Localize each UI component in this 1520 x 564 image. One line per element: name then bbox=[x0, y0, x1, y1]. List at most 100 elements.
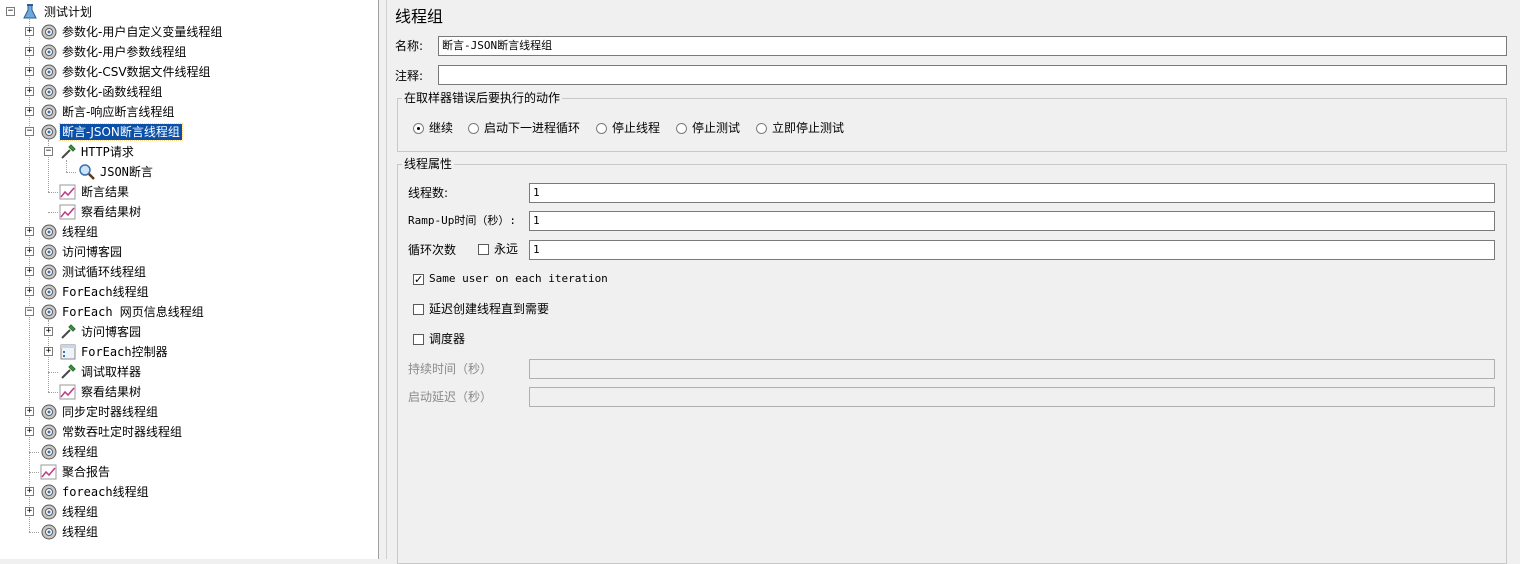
expand-toggle-icon[interactable]: + bbox=[25, 247, 34, 256]
gear-icon bbox=[41, 244, 57, 260]
split-pane-divider[interactable] bbox=[379, 0, 387, 559]
tree-item-label: 访问博客园 bbox=[62, 245, 123, 259]
radio-stop-test-now[interactable] bbox=[756, 123, 767, 134]
tree-item-thread-group[interactable]: 线程组 bbox=[0, 442, 378, 462]
rampup-field[interactable]: 1 bbox=[529, 211, 1495, 231]
gear-icon bbox=[41, 104, 57, 120]
expand-toggle-icon[interactable]: + bbox=[25, 27, 34, 36]
loop-count-field[interactable]: 1 bbox=[529, 240, 1495, 260]
collapse-toggle-icon[interactable]: − bbox=[6, 7, 15, 16]
radio-continue[interactable] bbox=[413, 123, 424, 134]
forever-checkbox[interactable] bbox=[478, 244, 489, 255]
expand-toggle-icon[interactable]: + bbox=[25, 427, 34, 436]
gear-icon bbox=[41, 264, 57, 280]
tree-item-thread-group[interactable]: + 参数化-函数线程组 bbox=[0, 82, 378, 102]
forever-label: 永远 bbox=[494, 242, 519, 256]
tree-item-aggregate-report[interactable]: 聚合报告 bbox=[0, 462, 378, 482]
tree-item-view-results-tree[interactable]: 察看结果树 bbox=[0, 202, 378, 222]
radio-start-next-loop[interactable] bbox=[468, 123, 479, 134]
tree-item-json-assertion[interactable]: JSON断言 bbox=[0, 162, 378, 182]
delay-thread-creation-checkbox[interactable] bbox=[413, 304, 424, 315]
graph-icon bbox=[59, 204, 76, 220]
tree-item-label: 线程组 bbox=[62, 445, 99, 459]
comment-field[interactable] bbox=[438, 65, 1507, 85]
delay-thread-creation-label: 延迟创建线程直到需要 bbox=[429, 302, 550, 316]
tree-item-test-plan[interactable]: − 测试计划 bbox=[0, 2, 378, 22]
gear-icon bbox=[41, 44, 57, 60]
tree-item-label: 常数吞吐定时器线程组 bbox=[62, 425, 183, 439]
tree-item-label: 线程组 bbox=[62, 225, 99, 239]
tree-connector bbox=[48, 192, 58, 193]
tree-item-label: ForEach 网页信息线程组 bbox=[62, 305, 204, 319]
graph-icon bbox=[59, 184, 76, 200]
gear-icon bbox=[41, 504, 57, 520]
group-title: 在取样器错误后要执行的动作 bbox=[402, 91, 563, 105]
tree-item-debug-sampler[interactable]: 调试取样器 bbox=[0, 362, 378, 382]
tree-item-http-sampler[interactable]: + 访问博客园 bbox=[0, 322, 378, 342]
tree-item-label: 参数化-CSV数据文件线程组 bbox=[62, 65, 211, 79]
radio-stop-test[interactable] bbox=[676, 123, 687, 134]
tree-item-label: 断言结果 bbox=[81, 185, 130, 199]
expand-toggle-icon[interactable]: + bbox=[25, 87, 34, 96]
scheduler-checkbox[interactable] bbox=[413, 334, 424, 345]
radio-label: 停止线程 bbox=[612, 121, 661, 135]
tree-item-label: HTTP请求 bbox=[81, 145, 134, 159]
pipette-icon bbox=[61, 144, 76, 159]
tree-item-thread-group[interactable]: + 线程组 bbox=[0, 502, 378, 522]
tree-item-foreach-controller[interactable]: + ForEach控制器 bbox=[0, 342, 378, 362]
tree-item-thread-group[interactable]: + 线程组 bbox=[0, 222, 378, 242]
tree-item-label: 线程组 bbox=[62, 505, 99, 519]
expand-toggle-icon[interactable]: + bbox=[25, 227, 34, 236]
tree-item-assertion-results[interactable]: 断言结果 bbox=[0, 182, 378, 202]
expand-toggle-icon[interactable]: + bbox=[44, 327, 53, 336]
tree-item-http-request[interactable]: − HTTP请求 bbox=[0, 142, 378, 162]
tree-item-view-results-tree[interactable]: 察看结果树 bbox=[0, 382, 378, 402]
collapse-toggle-icon[interactable]: − bbox=[44, 147, 53, 156]
tree-item-thread-group[interactable]: − ForEach 网页信息线程组 bbox=[0, 302, 378, 322]
tree-item-label: 测试循环线程组 bbox=[62, 265, 147, 279]
radio-label: 继续 bbox=[429, 121, 454, 135]
tree-item-label: 察看结果树 bbox=[81, 385, 142, 399]
expand-toggle-icon[interactable]: + bbox=[25, 47, 34, 56]
tree-connector bbox=[48, 372, 58, 373]
expand-toggle-icon[interactable]: + bbox=[25, 407, 34, 416]
expand-toggle-icon[interactable]: + bbox=[25, 487, 34, 496]
tree-connector bbox=[66, 172, 76, 173]
collapse-toggle-icon[interactable]: − bbox=[25, 307, 34, 316]
tree-item-thread-group[interactable]: + foreach线程组 bbox=[0, 482, 378, 502]
rampup-label: Ramp-Up时间（秒）: bbox=[408, 214, 516, 227]
tree-item-thread-group[interactable]: + 访问博客园 bbox=[0, 242, 378, 262]
name-field[interactable]: 断言-JSON断言线程组 bbox=[438, 36, 1507, 56]
name-label: 名称: bbox=[395, 39, 424, 53]
tree-item-thread-group[interactable]: + 同步定时器线程组 bbox=[0, 402, 378, 422]
tree-item-thread-group[interactable]: + 参数化-CSV数据文件线程组 bbox=[0, 62, 378, 82]
tree-item-thread-group[interactable]: + 参数化-用户自定义变量线程组 bbox=[0, 22, 378, 42]
startup-delay-field[interactable] bbox=[529, 387, 1495, 407]
tree-item-thread-group[interactable]: + 参数化-用户参数线程组 bbox=[0, 42, 378, 62]
pipette-icon bbox=[61, 364, 76, 379]
expand-toggle-icon[interactable]: + bbox=[25, 267, 34, 276]
tree-item-thread-group-selected[interactable]: − 断言-JSON断言线程组 bbox=[0, 122, 378, 142]
tree-item-thread-group[interactable]: + 断言-响应断言线程组 bbox=[0, 102, 378, 122]
tree-item-label: ForEach线程组 bbox=[62, 285, 149, 299]
test-plan-tree[interactable]: − 测试计划 + 参数化-用户自定义变量线程组 + 参数化-用户参数线程组 + … bbox=[0, 0, 379, 559]
expand-toggle-icon[interactable]: + bbox=[25, 507, 34, 516]
gear-icon bbox=[41, 444, 57, 460]
expand-toggle-icon[interactable]: + bbox=[25, 107, 34, 116]
graph-icon bbox=[59, 384, 76, 400]
duration-field[interactable] bbox=[529, 359, 1495, 379]
tree-connector bbox=[48, 392, 58, 393]
tree-item-label: 线程组 bbox=[62, 525, 99, 539]
tree-item-thread-group[interactable]: + ForEach线程组 bbox=[0, 282, 378, 302]
expand-toggle-icon[interactable]: + bbox=[25, 287, 34, 296]
same-user-checkbox[interactable]: ✓ bbox=[413, 274, 424, 285]
radio-stop-thread[interactable] bbox=[596, 123, 607, 134]
collapse-toggle-icon[interactable]: − bbox=[25, 127, 34, 136]
expand-toggle-icon[interactable]: + bbox=[44, 347, 53, 356]
expand-toggle-icon[interactable]: + bbox=[25, 67, 34, 76]
threads-field[interactable]: 1 bbox=[529, 183, 1495, 203]
tree-item-thread-group[interactable]: + 常数吞吐定时器线程组 bbox=[0, 422, 378, 442]
gear-icon bbox=[41, 64, 57, 80]
tree-item-thread-group[interactable]: 线程组 bbox=[0, 522, 378, 542]
tree-item-thread-group[interactable]: + 测试循环线程组 bbox=[0, 262, 378, 282]
